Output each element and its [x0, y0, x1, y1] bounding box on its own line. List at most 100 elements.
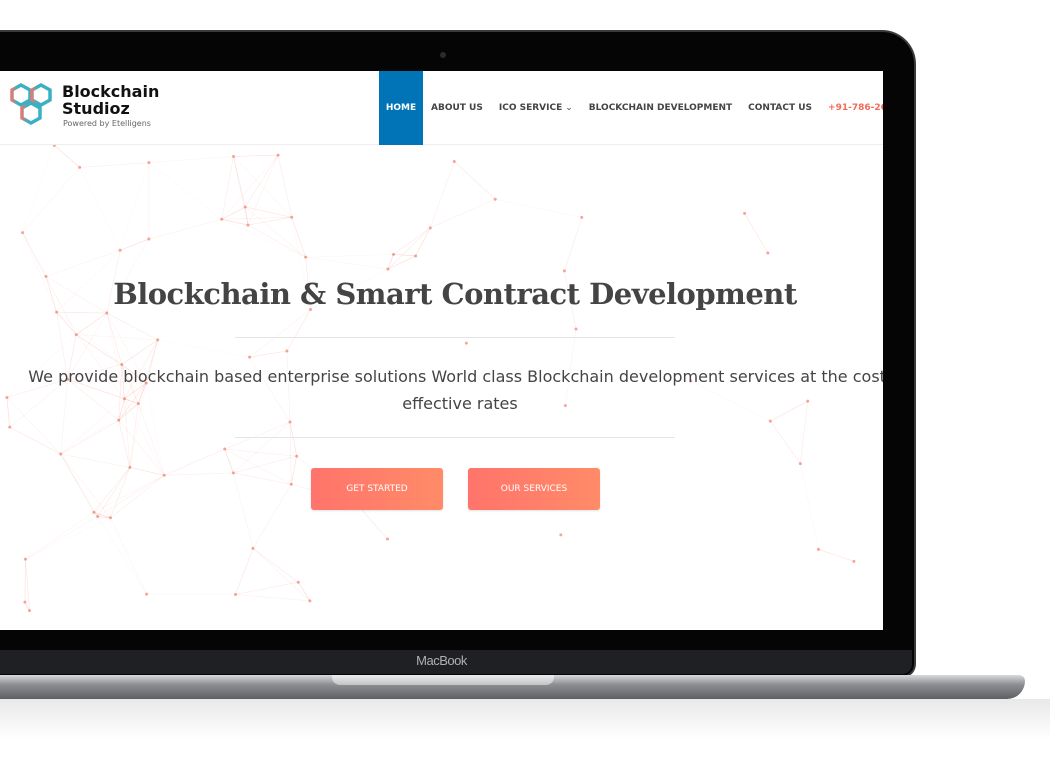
nav-about-us[interactable]: ABOUT US	[423, 71, 491, 145]
network-link	[45, 249, 121, 277]
network-node	[231, 471, 235, 475]
network-node	[852, 559, 856, 563]
network-node	[248, 355, 252, 359]
hexagon-logo-icon	[10, 82, 52, 126]
network-link	[118, 420, 165, 476]
network-link	[221, 206, 246, 220]
network-node	[74, 333, 78, 337]
network-link	[252, 548, 311, 602]
network-link	[305, 254, 394, 258]
network-link	[25, 517, 111, 560]
network-link	[252, 484, 292, 549]
network-link	[305, 256, 388, 270]
network-link	[157, 339, 250, 358]
camera-icon	[440, 52, 446, 58]
main-nav: HOME ABOUT US ICO SERVICE ⌄ BLOCKCHAIN DE…	[379, 71, 883, 145]
network-node	[220, 217, 224, 221]
network-node	[285, 349, 289, 353]
network-node	[223, 447, 227, 451]
network-link	[119, 238, 149, 251]
network-node	[289, 482, 293, 486]
network-link	[247, 224, 306, 258]
network-node	[386, 267, 390, 271]
divider	[235, 337, 675, 338]
network-link	[290, 456, 297, 485]
network-link	[60, 453, 130, 468]
site-header: Blockchain Studioz Powered by Etelligens …	[0, 71, 883, 145]
network-link	[148, 156, 234, 163]
network-node	[464, 341, 468, 345]
get-started-button[interactable]: GET STARTED	[311, 468, 443, 510]
network-link	[221, 218, 249, 226]
network-link	[233, 154, 279, 157]
network-node	[251, 546, 255, 550]
network-link	[286, 309, 311, 352]
network-node	[147, 237, 151, 241]
network-node	[304, 255, 308, 259]
network-link	[119, 162, 150, 251]
network-link	[245, 206, 306, 258]
network-node	[798, 462, 802, 466]
network-link	[164, 448, 225, 476]
network-link	[221, 154, 279, 220]
network-link	[247, 155, 279, 226]
network-node	[105, 311, 109, 315]
divider	[235, 437, 675, 438]
network-node	[288, 420, 292, 424]
nav-blockchain-development[interactable]: BLOCKCHAIN DEVELOPMENT	[581, 71, 740, 145]
network-link	[564, 217, 583, 272]
network-node	[5, 395, 9, 399]
logo-line2: Studioz	[62, 99, 130, 118]
network-node	[118, 248, 122, 252]
network-node	[23, 600, 27, 604]
laptop-shadow	[0, 699, 1050, 739]
nav-phone[interactable]: +91-786-269-0955	[820, 71, 883, 145]
our-services-button[interactable]: OUR SERVICES	[468, 468, 600, 510]
chevron-down-icon: ⌄	[565, 103, 573, 113]
network-link	[97, 475, 165, 517]
network-node	[21, 231, 25, 235]
network-link	[148, 218, 222, 240]
nav-ico-service[interactable]: ICO SERVICE ⌄	[491, 71, 581, 145]
network-link	[148, 162, 222, 220]
hero-title: Blockchain & Smart Contract Development	[113, 277, 797, 311]
network-link	[744, 213, 769, 254]
network-link	[235, 548, 254, 595]
network-link	[249, 350, 287, 358]
network-node	[768, 419, 772, 423]
network-node	[452, 160, 456, 164]
network-node	[156, 338, 160, 342]
network-link	[235, 581, 299, 595]
network-node	[108, 516, 112, 520]
network-node	[743, 211, 747, 215]
network-link	[24, 559, 26, 603]
laptop-notch	[332, 675, 554, 685]
hero-subtitle: We provide blockchain based enterprise s…	[28, 367, 883, 413]
network-link	[415, 227, 431, 257]
nav-home[interactable]: HOME	[379, 71, 423, 145]
network-link	[244, 154, 279, 208]
network-link	[249, 309, 311, 358]
network-link	[60, 453, 98, 517]
network-link	[387, 227, 431, 270]
network-link	[129, 467, 165, 476]
network-node	[28, 609, 32, 613]
network-node	[78, 165, 82, 169]
network-link	[233, 156, 292, 218]
network-node	[296, 580, 300, 584]
nav-contact-us[interactable]: CONTACT US	[740, 71, 820, 145]
network-node	[96, 515, 100, 519]
network-link	[454, 161, 496, 200]
network-link	[22, 167, 80, 233]
network-link	[54, 145, 80, 168]
network-node	[562, 269, 566, 273]
network-node	[290, 215, 294, 219]
network-node	[147, 161, 151, 165]
network-node	[232, 154, 236, 158]
network-link	[93, 467, 131, 513]
network-node	[162, 473, 166, 477]
nav-ico-service-label: ICO SERVICE	[498, 103, 563, 113]
network-link	[429, 161, 455, 228]
network-link	[22, 232, 47, 277]
network-link	[770, 420, 801, 464]
